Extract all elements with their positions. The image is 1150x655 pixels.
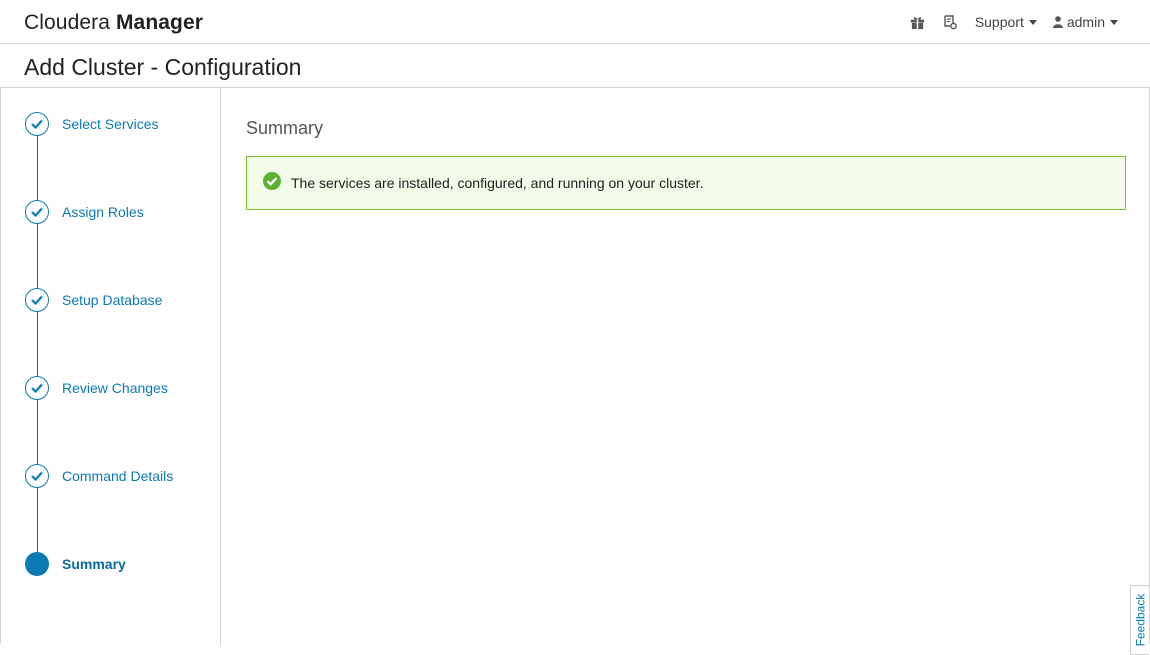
page-title: Add Cluster - Configuration (24, 54, 302, 80)
wizard-steps: Select Services Assign Roles Setup Datab… (1, 88, 221, 645)
wizard-step-label: Command Details (62, 468, 174, 484)
brand-logo[interactable]: Cloudera Manager (24, 11, 203, 35)
success-alert: The services are installed, configured, … (246, 156, 1126, 210)
check-icon (25, 200, 49, 224)
brand-name-bold: Manager (115, 11, 204, 34)
top-navbar: Cloudera Manager Support admin (0, 0, 1150, 44)
wizard-step-setup-database[interactable]: Setup Database (25, 288, 215, 312)
wizard-step-assign-roles[interactable]: Assign Roles (25, 200, 215, 224)
wizard-step-label: Setup Database (62, 292, 163, 308)
wizard-step-label: Review Changes (62, 380, 168, 396)
user-icon (1052, 16, 1063, 28)
wizard-step-review-changes[interactable]: Review Changes (25, 376, 215, 400)
brand-name-light: Cloudera (24, 11, 111, 34)
chevron-down-icon (1110, 19, 1118, 25)
wizard-step-select-services[interactable]: Select Services (25, 112, 215, 136)
user-menu-label: admin (1066, 14, 1105, 30)
check-icon (25, 288, 49, 312)
check-icon (25, 112, 49, 136)
wizard-progress-line (37, 125, 38, 565)
wizard-step-label: Assign Roles (62, 204, 144, 220)
check-circle-icon (263, 171, 281, 195)
wizard-frame: Select Services Assign Roles Setup Datab… (0, 87, 1150, 655)
tour-icon[interactable] (941, 13, 959, 31)
support-menu-label: Support (974, 14, 1024, 30)
support-menu[interactable]: Support (975, 14, 1037, 30)
chevron-down-icon (1028, 19, 1037, 25)
current-step-dot-icon (25, 552, 49, 576)
wizard-step-summary[interactable]: Summary (25, 552, 215, 576)
check-icon (25, 464, 49, 488)
wizard-step-label: Select Services (62, 116, 159, 132)
wizard-step-label: Summary (62, 556, 126, 572)
navbar-right: Support admin (895, 0, 1118, 44)
feedback-tab[interactable]: Feedback (1130, 585, 1149, 655)
gift-icon[interactable] (909, 13, 927, 31)
check-icon (25, 376, 49, 400)
wizard-step-command-details[interactable]: Command Details (25, 464, 215, 488)
user-menu[interactable]: admin (1052, 14, 1118, 30)
section-title: Summary (246, 118, 324, 138)
feedback-label: Feedback (1133, 593, 1148, 647)
success-alert-message: The services are installed, configured, … (291, 175, 704, 191)
